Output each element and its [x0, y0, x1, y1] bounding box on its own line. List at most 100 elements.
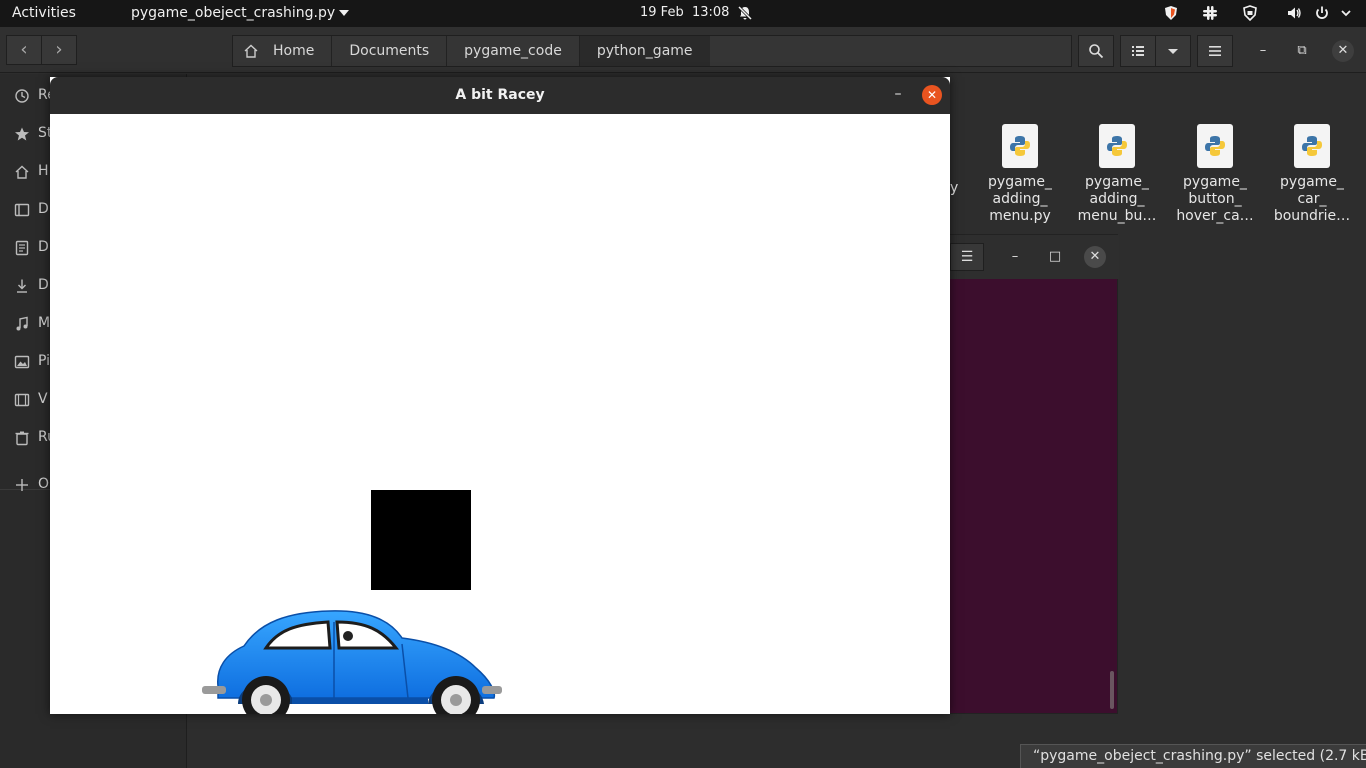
trash-icon: [15, 431, 29, 446]
file-name-line: menu.py: [989, 208, 1051, 224]
close-button[interactable]: ✕: [1332, 40, 1354, 62]
falling-block: [371, 490, 471, 590]
sidebar-item-label: D: [38, 201, 49, 217]
back-button[interactable]: ‹: [6, 35, 42, 65]
home-icon: [15, 165, 29, 179]
terminal-close-button[interactable]: ✕: [1084, 246, 1106, 268]
shield-icon[interactable]: [1163, 5, 1179, 21]
pygame-minimize-button[interactable]: –: [888, 85, 908, 105]
app-menu[interactable]: pygame_obeject_crashing.py: [131, 5, 350, 21]
sidebar-item-label: V: [38, 391, 48, 407]
file-name-line: button_: [1188, 191, 1242, 207]
terminal-minimize-button[interactable]: –: [1004, 246, 1026, 268]
slack-icon[interactable]: [1202, 5, 1218, 21]
terminal-scrollbar[interactable]: [1110, 671, 1114, 709]
file-name-line: pygame_: [988, 174, 1052, 190]
pygame-window: A bit Racey – ✕: [50, 77, 950, 714]
file-name-line: boundrie…: [1273, 208, 1351, 224]
music-icon: [16, 316, 28, 331]
chevron-right-icon: ›: [55, 39, 63, 60]
power-icon[interactable]: [1314, 5, 1330, 21]
list-view-button[interactable]: [1120, 35, 1156, 67]
close-icon: ✕: [926, 88, 938, 102]
partial-file-label: y: [950, 180, 959, 196]
clock-time: 13:08: [691, 5, 730, 20]
selection-status: “pygame_obeject_crashing.py” selected (2…: [1020, 744, 1366, 768]
terminal-maximize-button[interactable]: □: [1044, 246, 1066, 268]
python-file-icon: [1294, 124, 1330, 168]
file-name-line: pygame_: [1280, 174, 1344, 190]
videos-icon: [14, 393, 30, 407]
app-menu-label: pygame_obeject_crashing.py: [131, 5, 336, 21]
file-name-line: adding_: [992, 191, 1048, 207]
pictures-icon: [14, 355, 30, 369]
plus-icon: [16, 479, 28, 491]
maximize-icon: □: [1048, 249, 1062, 264]
clock[interactable]: 19 Feb 13:08: [640, 5, 729, 20]
hamburger-icon: [1209, 46, 1221, 56]
clock-icon: [15, 89, 29, 103]
file-name-line: hover_ca…: [1176, 208, 1254, 224]
list-view-icon: [1132, 46, 1144, 56]
breadcrumb-pygame-code[interactable]: pygame_code: [447, 36, 580, 66]
documents-icon: [15, 240, 29, 256]
game-canvas[interactable]: [50, 114, 950, 714]
close-icon: ✕: [1337, 43, 1349, 58]
sidebar-item-label: M: [38, 315, 51, 331]
notifications-off-icon: [737, 5, 753, 21]
forward-button[interactable]: ›: [41, 35, 77, 65]
breadcrumb-filler: [710, 35, 1072, 67]
close-icon: ✕: [1089, 249, 1101, 264]
minimize-icon: –: [894, 86, 902, 102]
volume-icon[interactable]: [1286, 5, 1302, 21]
file-name-line: pygame_: [1183, 174, 1247, 190]
maximize-button[interactable]: ⧉: [1291, 40, 1313, 62]
sidebar-item-label: O: [38, 476, 50, 492]
restore-icon: ⧉: [1297, 43, 1307, 58]
chevron-down-icon: [1168, 49, 1178, 54]
sidebar-item-label: D: [38, 277, 49, 293]
download-icon: [17, 279, 27, 293]
breadcrumb-home[interactable]: Home: [233, 36, 333, 66]
pygame-titlebar[interactable]: A bit Racey – ✕: [50, 77, 950, 114]
security-icon[interactable]: [1242, 5, 1258, 21]
car-sprite: [202, 610, 502, 714]
python-file-icon: [1002, 124, 1038, 168]
file-name-line: menu_bu…: [1077, 208, 1157, 224]
minimize-icon: –: [1011, 249, 1019, 264]
search-button[interactable]: [1078, 35, 1114, 67]
chevron-down-icon[interactable]: [1338, 5, 1354, 21]
hamburger-icon: ☰: [960, 249, 974, 265]
file-name-line: adding_: [1089, 191, 1145, 207]
sidebar-item-label: H: [38, 163, 49, 179]
view-options-button[interactable]: [1155, 35, 1191, 67]
breadcrumb-python-game[interactable]: python_game: [579, 36, 711, 66]
star-icon: [15, 127, 29, 141]
top-bar: Activities pygame_obeject_crashing.py 19…: [0, 0, 1366, 27]
file-item[interactable]: pygame_ button_ hover_ca…: [1167, 124, 1263, 225]
file-item[interactable]: pygame_ car_ boundrie…: [1264, 124, 1360, 225]
activities-button[interactable]: Activities: [12, 5, 76, 21]
pygame-close-button[interactable]: ✕: [922, 85, 942, 105]
window-title: A bit Racey: [455, 87, 545, 103]
menu-button[interactable]: [1197, 35, 1233, 67]
breadcrumb-documents[interactable]: Documents: [332, 36, 448, 66]
file-item[interactable]: pygame_ adding_ menu_bu…: [1069, 124, 1165, 225]
python-file-icon: [1197, 124, 1233, 168]
breadcrumb-home-label: Home: [273, 43, 315, 59]
files-headerbar: ‹ › Home Documents pygame_code python_ga…: [0, 27, 1366, 73]
terminal-menu-button[interactable]: ☰: [950, 243, 984, 271]
chevron-down-icon: [339, 10, 350, 16]
chevron-left-icon: ‹: [20, 39, 28, 60]
file-name-line: pygame_: [1085, 174, 1149, 190]
clock-date: 19 Feb: [640, 5, 684, 20]
python-file-icon: [1099, 124, 1135, 168]
breadcrumb: Home Documents pygame_code python_game: [232, 35, 748, 67]
search-icon: [1089, 44, 1104, 59]
sidebar-item-label: D: [38, 239, 49, 255]
home-icon: [244, 44, 258, 58]
file-item[interactable]: pygame_ adding_ menu.py: [972, 124, 1068, 225]
desktop-icon: [14, 203, 30, 217]
terminal-headerbar: ☰ – □ ✕: [921, 235, 1119, 279]
minimize-button[interactable]: –: [1252, 40, 1274, 62]
